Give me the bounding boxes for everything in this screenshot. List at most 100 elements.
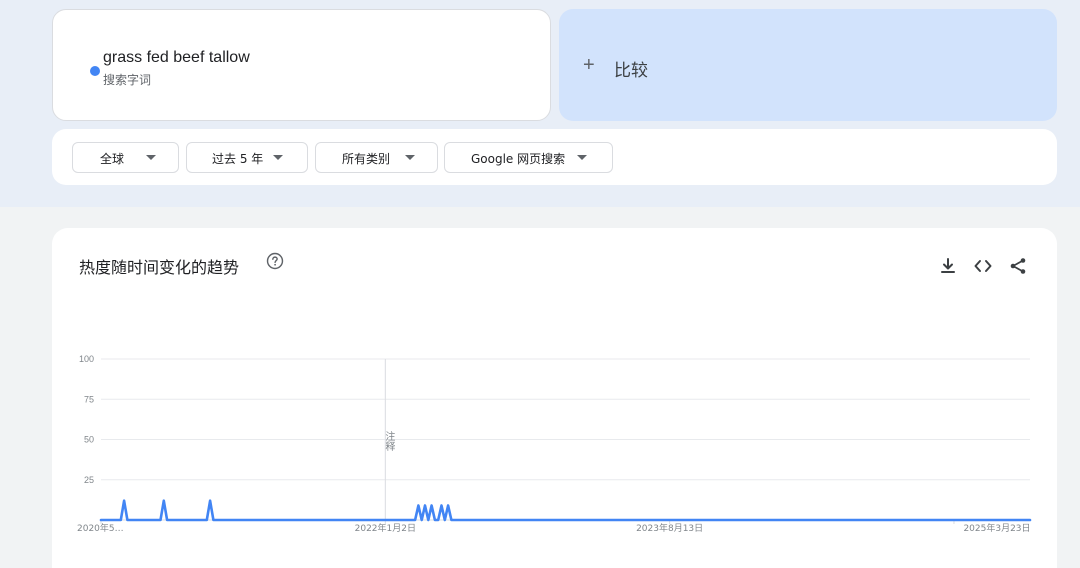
- series-point: [877, 519, 878, 520]
- series-point: [600, 519, 601, 520]
- series-point: [960, 519, 961, 520]
- series-point: [788, 519, 789, 520]
- series-point: [223, 519, 224, 520]
- series-point: [150, 519, 151, 520]
- x-tick-label: 2022年1月2日: [355, 522, 416, 534]
- series-point: [990, 519, 991, 520]
- series-point: [722, 519, 723, 520]
- series-point: [262, 519, 263, 520]
- series-point: [705, 519, 706, 520]
- series-point: [309, 519, 310, 520]
- series-point: [134, 519, 135, 520]
- series-point: [279, 519, 280, 520]
- series-point: [858, 519, 859, 520]
- series-point: [117, 519, 118, 520]
- series-point: [243, 519, 244, 520]
- y-tick-label: 25: [84, 475, 94, 485]
- series-point: [398, 519, 399, 520]
- series-point: [649, 519, 650, 520]
- series-point: [124, 500, 125, 501]
- series-point: [696, 519, 697, 520]
- series-point: [739, 519, 740, 520]
- series-point: [570, 519, 571, 520]
- series-point: [520, 519, 521, 520]
- series-point: [153, 519, 154, 520]
- series-point: [901, 519, 902, 520]
- series-point: [451, 519, 452, 520]
- series-line-grass-fed-beef-tallow: [99, 499, 1032, 522]
- series-point: [246, 519, 247, 520]
- series-point: [431, 505, 432, 506]
- series-point: [474, 519, 475, 520]
- series-point: [524, 519, 525, 520]
- series-point: [302, 519, 303, 520]
- series-point: [653, 519, 654, 520]
- series-point: [934, 519, 935, 520]
- series-point: [692, 519, 693, 520]
- series-point: [808, 519, 809, 520]
- series-point: [233, 519, 234, 520]
- series-point: [458, 519, 459, 520]
- series-point: [914, 519, 915, 520]
- series-point: [418, 505, 419, 506]
- series-point: [834, 519, 835, 520]
- series-point: [682, 519, 683, 520]
- series-point: [203, 519, 204, 520]
- series-point: [167, 519, 168, 520]
- series-point: [358, 519, 359, 520]
- series-point: [421, 519, 422, 520]
- series-point: [785, 519, 786, 520]
- series-point: [160, 519, 161, 520]
- y-tick-label: 75: [84, 394, 94, 404]
- series-point: [491, 519, 492, 520]
- series-point: [183, 519, 184, 520]
- series-point: [348, 519, 349, 520]
- series-point: [272, 519, 273, 520]
- series-point: [930, 519, 931, 520]
- series-point: [239, 519, 240, 520]
- series-point: [226, 519, 227, 520]
- series-point: [550, 519, 551, 520]
- series-point: [719, 519, 720, 520]
- series-point: [818, 519, 819, 520]
- series-point: [464, 519, 465, 520]
- series-point: [619, 519, 620, 520]
- series-point: [828, 519, 829, 520]
- series-point: [573, 519, 574, 520]
- series-point: [500, 519, 501, 520]
- series-point: [563, 519, 564, 520]
- series-point: [798, 519, 799, 520]
- series-point: [1003, 519, 1004, 520]
- series-point: [107, 519, 108, 520]
- series-point: [874, 519, 875, 520]
- series-point: [613, 519, 614, 520]
- y-tick-label: 100: [79, 354, 94, 364]
- series-point: [395, 519, 396, 520]
- series-point: [709, 519, 710, 520]
- series-point: [580, 519, 581, 520]
- series-point: [937, 519, 938, 520]
- series-point: [365, 519, 366, 520]
- series-point: [662, 519, 663, 520]
- series-point: [815, 519, 816, 520]
- series-point: [507, 519, 508, 520]
- series-point: [712, 519, 713, 520]
- series-point: [1023, 519, 1024, 520]
- series-point: [699, 519, 700, 520]
- series-point: [583, 519, 584, 520]
- series-point: [276, 519, 277, 520]
- series-point: [646, 519, 647, 520]
- series-point: [626, 519, 627, 520]
- series-point: [180, 519, 181, 520]
- series-point: [494, 519, 495, 520]
- trend-chart: 25 50 75 100 2020年5… 2022年1月2日 2023年8月13日 2025年…: [77, 354, 1032, 534]
- series-point: [216, 519, 217, 520]
- series-point: [200, 519, 201, 520]
- series-point: [147, 519, 148, 520]
- series-point: [824, 519, 825, 520]
- series-point: [127, 519, 128, 520]
- series-point: [924, 519, 925, 520]
- series-point: [213, 519, 214, 520]
- series-point: [891, 519, 892, 520]
- series-point: [312, 519, 313, 520]
